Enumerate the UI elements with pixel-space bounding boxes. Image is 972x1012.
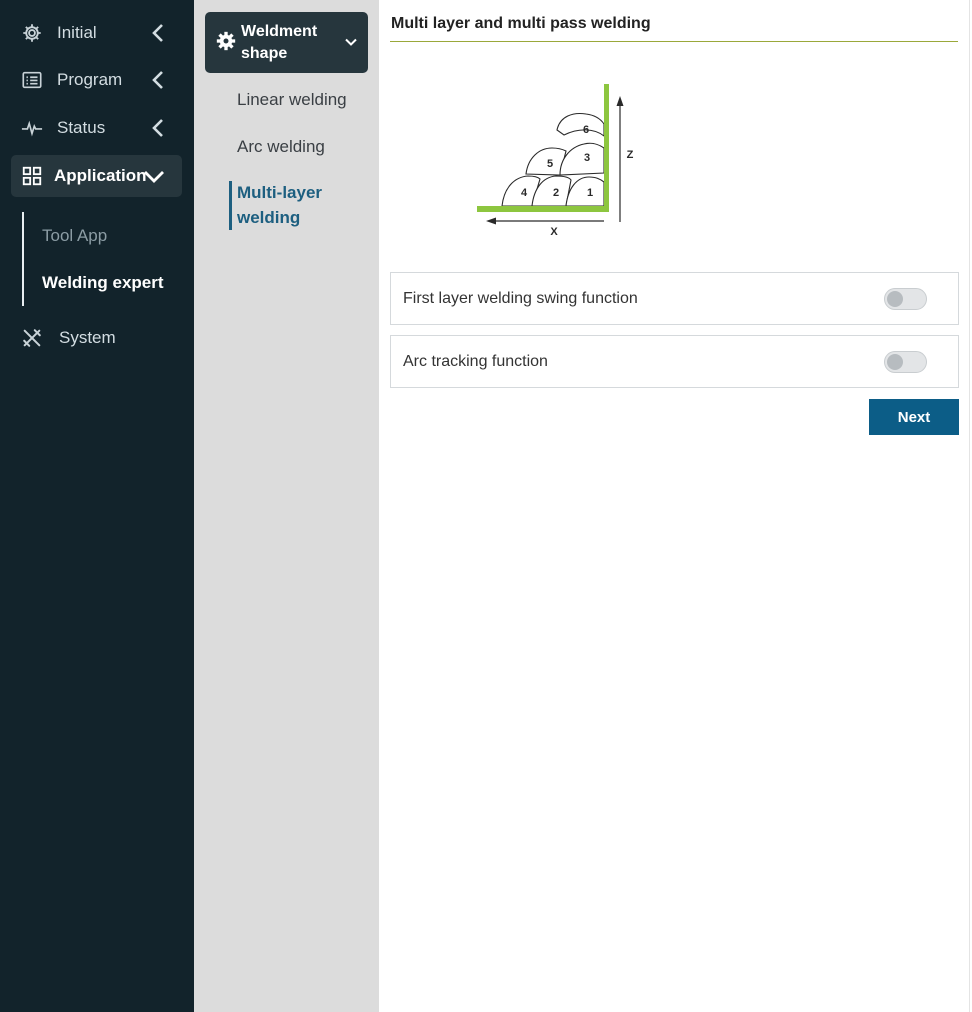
weldment-shape-panel: Weldment shape Linear welding Arc weldin… [194,0,379,1012]
sidebar-item-application[interactable]: Application [11,155,182,197]
axis-label-x: X [550,226,558,238]
sidebar-item-label: Program [57,70,123,89]
chevron-left-icon [152,71,163,89]
subnav-item-tool-app[interactable]: Tool App [42,226,107,246]
toggle-knob [887,290,903,307]
bead-label-3: 3 [584,152,590,164]
shape-item-multi-layer-welding[interactable]: Multi-layer welding [237,180,347,230]
gear-icon [216,31,236,51]
bead-label-1: 1 [587,187,593,199]
subnav-divider [22,212,24,306]
option-label: Arc tracking function [403,352,548,370]
sidebar-item-label: System [59,328,116,347]
option-label: First layer welding swing function [403,289,638,307]
gear-icon [23,24,41,42]
option-row-first-layer-swing: First layer welding swing function [390,272,959,325]
tools-icon [23,329,41,347]
axis-label-z: Z [627,149,634,161]
arc-tracking-toggle[interactable] [884,350,927,373]
next-button[interactable]: Next [869,399,959,435]
weld-bead-1 [565,176,605,207]
right-edge-divider [969,0,970,1012]
sidebar-item-status[interactable]: Status [11,107,182,149]
title-divider [390,41,958,42]
weld-bead-3 [559,142,605,176]
main-sidebar: Initial Program Status Application Tool … [0,0,194,1012]
weld-bead-6 [556,112,605,138]
chevron-left-icon [152,119,163,137]
sidebar-item-label: Status [57,118,106,137]
program-list-icon [22,71,42,89]
sidebar-item-program[interactable]: Program [11,59,182,101]
shape-item-linear-welding[interactable]: Linear welding [237,90,347,110]
pulse-icon [21,120,43,137]
chevron-down-icon [345,38,357,46]
plate-vertical [604,84,609,212]
sidebar-item-system[interactable]: System [11,317,182,359]
sidebar-item-initial[interactable]: Initial [11,12,182,54]
toggle-knob [887,353,903,370]
chevron-left-icon [152,24,163,42]
chevron-down-icon [144,171,164,183]
plate-horizontal [477,206,609,212]
sidebar-item-label: Application [54,166,147,185]
weldment-shape-header[interactable]: Weldment shape [205,12,368,73]
sidebar-item-label: Initial [57,23,97,42]
subnav-item-welding-expert[interactable]: Welding expert [42,273,164,293]
first-layer-swing-toggle[interactable] [884,287,927,310]
active-indicator [229,181,232,230]
shape-item-arc-welding[interactable]: Arc welding [237,137,325,157]
page-title: Multi layer and multi pass welding [391,15,651,32]
multi-layer-weld-diagram: 6 5 3 4 2 1 Z X [477,84,634,238]
weldment-shape-label: Weldment shape [241,23,318,62]
main-content: Multi layer and multi pass welding 6 5 3… [379,0,972,1012]
bead-label-6: 6 [583,124,589,136]
bead-label-5: 5 [547,158,553,170]
bead-label-4: 4 [521,187,528,199]
option-row-arc-tracking: Arc tracking function [390,335,959,388]
bead-label-2: 2 [553,187,559,199]
grid-icon [22,166,42,186]
